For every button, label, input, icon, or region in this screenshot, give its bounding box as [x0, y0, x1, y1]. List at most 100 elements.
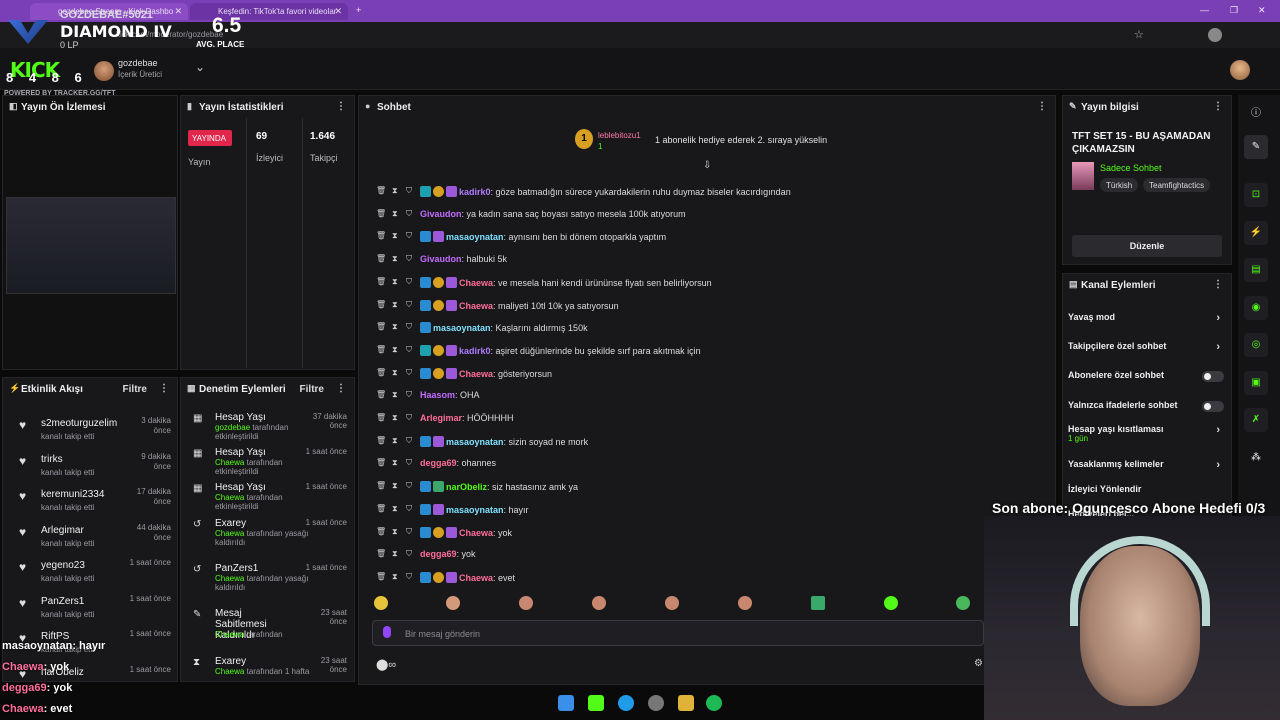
activity-username[interactable]: keremuni2334	[41, 489, 104, 500]
windows-start-icon[interactable]	[558, 695, 574, 711]
moderator-name[interactable]: gozdebae	[215, 423, 250, 432]
delete-icon[interactable]: 🗑	[376, 572, 386, 581]
moderator-name[interactable]: Chaewa	[215, 574, 244, 583]
ban-icon[interactable]: ⛉	[406, 345, 412, 355]
more-icon[interactable]: ⋮	[159, 383, 169, 394]
delete-icon[interactable]: 🗑	[376, 277, 386, 286]
emote-icon[interactable]	[811, 596, 825, 610]
timeout-icon[interactable]: ⧗	[392, 345, 398, 355]
timeout-icon[interactable]: ⧗	[392, 300, 398, 310]
timeout-icon[interactable]: ⧗	[392, 458, 398, 468]
ban-icon[interactable]: ⛉	[406, 413, 412, 423]
spotify-icon[interactable]	[706, 695, 722, 711]
ban-icon[interactable]: ⛉	[406, 254, 412, 264]
chat-footer-icons[interactable]: ⬤∞	[376, 658, 396, 671]
chevron-right-icon[interactable]: ›	[1216, 459, 1220, 471]
chat-username[interactable]: Arlegimar	[420, 413, 462, 423]
edge-icon[interactable]	[618, 695, 634, 711]
delete-icon[interactable]: 🗑	[376, 481, 386, 490]
delete-icon[interactable]: 🗑	[376, 209, 386, 218]
ban-icon[interactable]: ⛉	[406, 322, 412, 332]
ban-icon[interactable]: ⛉	[406, 458, 412, 468]
moderator-name[interactable]: Chaewa	[215, 458, 244, 467]
chat-username[interactable]: Chaewa	[459, 278, 493, 288]
activity-item[interactable]: ♥ PanZers1 kanalı takip etti 1 saat önce	[7, 592, 175, 626]
activity-item[interactable]: ♥ Arlegimar kanalı takip etti 44 dakika önc…	[7, 521, 175, 555]
ban-icon[interactable]: ⛉	[406, 549, 412, 559]
activity-item[interactable]: ♥ yegeno23 kanalı takip etti 1 saat önce	[7, 556, 175, 590]
moderator-name[interactable]: Chaewa	[215, 630, 244, 639]
chat-username[interactable]: Givaudon	[420, 254, 462, 264]
chat-username[interactable]: Givaudon	[420, 209, 462, 219]
more-icon[interactable]: ⋮	[1213, 279, 1223, 290]
ban-icon[interactable]: ⛉	[406, 390, 412, 400]
stream-category[interactable]: Sadece Sohbet	[1100, 163, 1162, 173]
ban-icon[interactable]: ⛉	[406, 527, 412, 537]
emote-icon[interactable]	[374, 596, 388, 610]
channel-action-row[interactable]: Takipçilere özel sohbet ›	[1068, 341, 1226, 353]
activity-username[interactable]: PanZers1	[41, 596, 84, 607]
emote-icon[interactable]	[665, 596, 679, 610]
timeout-icon[interactable]: ⧗	[392, 254, 398, 264]
channel-action-row[interactable]: İzleyici Yönlendir	[1068, 484, 1226, 494]
channel-action-row[interactable]: Hesap yaşı kısıtlaması 1 gün ›	[1068, 424, 1226, 443]
wrench-icon[interactable]: ✗	[1244, 408, 1268, 432]
edit-button[interactable]: Düzenle	[1072, 235, 1222, 257]
minimize-icon[interactable]: —	[1200, 5, 1209, 15]
timeout-icon[interactable]: ⧗	[392, 481, 398, 491]
chat-icon[interactable]: ◉	[1244, 296, 1268, 320]
stream-tag[interactable]: Teamfightactics	[1143, 178, 1211, 192]
activity-username[interactable]: yegeno23	[41, 560, 85, 571]
timeout-icon[interactable]: ⧗	[392, 413, 398, 423]
timeout-icon[interactable]: ⧗	[392, 277, 398, 287]
timeout-icon[interactable]: ⧗	[392, 436, 398, 446]
delete-icon[interactable]: 🗑	[376, 458, 386, 467]
moderator-name[interactable]: Chaewa	[215, 529, 244, 538]
emote-icon[interactable]	[519, 596, 533, 610]
channel-action-row[interactable]: Yavaş mod ›	[1068, 312, 1226, 324]
chevron-right-icon[interactable]: ›	[1216, 312, 1220, 324]
obs-icon[interactable]	[648, 695, 664, 711]
activity-item[interactable]: ♥ s2meoturguzelim kanalı takip etti 3 dakik…	[7, 414, 175, 448]
filter-button[interactable]: Filtre	[123, 384, 147, 395]
delete-icon[interactable]: 🗑	[376, 413, 386, 422]
chat-username[interactable]: Chaewa	[459, 573, 493, 583]
document-icon[interactable]: ▤	[1244, 258, 1268, 282]
window-close-icon[interactable]: ✕	[1258, 5, 1266, 16]
ban-icon[interactable]: ⛉	[406, 231, 412, 241]
ban-icon[interactable]: ⛉	[406, 277, 412, 287]
stream-preview-image[interactable]	[6, 197, 176, 294]
timeout-icon[interactable]: ⧗	[392, 504, 398, 514]
chat-message-input[interactable]: Bir mesaj gönderin	[372, 620, 984, 646]
apps-icon[interactable]: ⁂	[1244, 446, 1268, 470]
chat-username[interactable]: Haasom	[420, 390, 455, 400]
user-avatar[interactable]	[1230, 60, 1250, 80]
toggle-switch[interactable]	[1202, 371, 1224, 382]
chat-username[interactable]: masaoynatan	[433, 323, 491, 333]
timeout-icon[interactable]: ⧗	[392, 186, 398, 196]
emote-icon[interactable]	[592, 596, 606, 610]
activity-item[interactable]: ♥ trirks kanalı takip etti 9 dakika önce	[7, 450, 175, 484]
chat-username[interactable]: degga69	[420, 549, 457, 559]
broadcast-icon[interactable]: ◎	[1244, 333, 1268, 357]
chat-username[interactable]: masaoynatan	[446, 232, 504, 242]
ban-icon[interactable]: ⛉	[406, 209, 412, 219]
chat-username[interactable]: narObeliz	[446, 482, 487, 492]
emote-icon[interactable]	[956, 596, 970, 610]
delete-icon[interactable]: 🗑	[376, 322, 386, 331]
gear-icon[interactable]: ⚙	[974, 658, 983, 669]
delete-icon[interactable]: 🗑	[376, 504, 386, 513]
ban-icon[interactable]: ⛉	[406, 186, 412, 196]
emote-icon[interactable]	[738, 596, 752, 610]
profile-icon[interactable]	[1208, 28, 1222, 42]
chevron-right-icon[interactable]: ›	[1216, 424, 1220, 436]
emote-icon[interactable]	[884, 596, 898, 610]
chat-username[interactable]: masaoynatan	[446, 505, 504, 515]
scroll-down-icon[interactable]: ⇩	[703, 160, 711, 171]
lightning-icon[interactable]: ⚡	[1244, 221, 1268, 245]
star-icon[interactable]: ☆	[1134, 28, 1144, 41]
chat-username[interactable]: kadirk0	[459, 346, 491, 356]
moderator-name[interactable]: Chaewa	[215, 667, 244, 676]
delete-icon[interactable]: 🗑	[376, 390, 386, 399]
maximize-icon[interactable]: ❐	[1230, 5, 1238, 16]
